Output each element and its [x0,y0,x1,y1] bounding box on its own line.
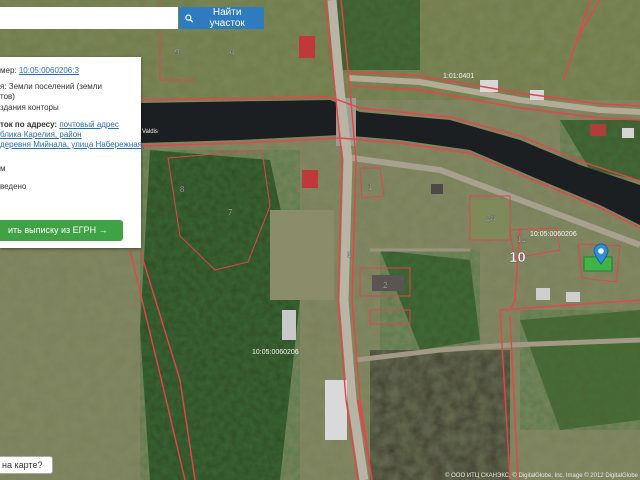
search-button[interactable]: Найти участок [179,7,264,29]
building [622,128,634,138]
parcel-info-panel: мер: 10:05:0060206:3 я: Земли поселений … [0,57,144,248]
plowed-field [370,350,510,480]
status-line: ведено [0,182,27,191]
greenhouse [325,380,347,440]
plot-label: 7 [228,208,233,217]
plot-label: 1 [368,183,373,192]
building-red [302,170,318,188]
plot-label: 5 [347,251,352,260]
search-button-label: Найти участок [209,7,245,29]
building-red [299,36,315,58]
building-red [590,124,606,136]
building [372,275,404,291]
search-icon [185,14,194,23]
permitted-use: здания конторы [0,103,59,112]
plot-label: 8 [180,185,185,194]
get-egrn-extract-button[interactable]: ить выписку из ЕГРН → [0,220,123,241]
postal-address-link[interactable]: почтовый адрес [59,120,119,129]
search-input[interactable] [0,7,178,29]
forest-north [330,0,420,70]
cadastral-number-label: мер: [0,66,17,75]
field [270,210,334,300]
building [566,292,580,302]
category-line: тов) [0,92,15,101]
block-label: 10:05:0060206 [252,349,299,356]
plot-label: 12 [517,235,526,244]
cadastral-number-row: мер: 10:05:0060206:3 [0,65,79,76]
block-label: 10:05:0060206 [530,231,577,238]
block-label: 1:01:0401 [443,73,474,80]
address-link[interactable]: деревня Мийнала, улица Набережная, [0,139,144,150]
plot-label: 9 [175,48,180,57]
category-line: я: Земли поселений (земли [0,82,102,91]
edge-label: Valdis [142,129,158,135]
help-on-map-button[interactable]: на карте? [0,456,53,474]
forest-west [140,150,300,480]
plot-label: 2 [383,281,388,290]
map-copyright: © ООО ИТЦ СКАНЭКС, © DigitalGlobe, Inc. … [445,473,638,479]
cadastral-number-link[interactable]: 10:05:0060206:3 [19,66,79,75]
plot-number: 10 [509,249,526,266]
plot-label: 6 [230,48,235,57]
plot-label: 28 [486,214,495,223]
building [536,288,550,300]
area-line: м [0,164,6,173]
building [431,184,443,194]
building [282,310,296,340]
location-pin-icon[interactable] [593,243,609,265]
